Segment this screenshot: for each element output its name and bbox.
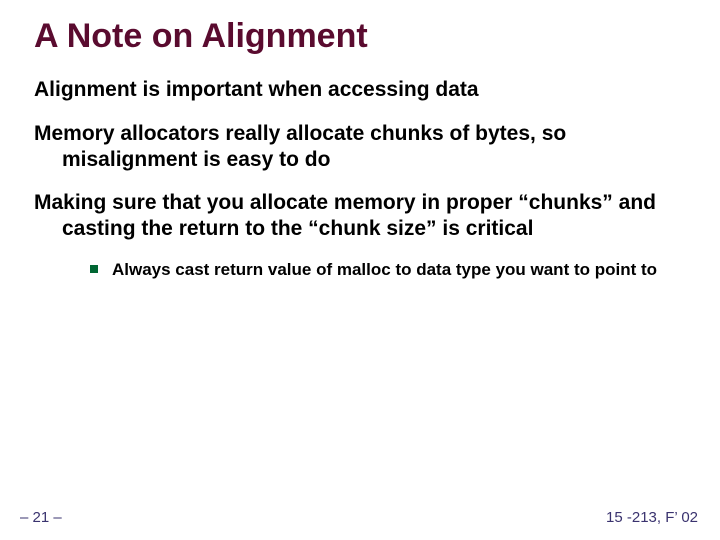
bullet-text-1: Always cast return value of malloc to da… (112, 259, 686, 280)
paragraph-2: Memory allocators really allocate chunks… (34, 121, 686, 172)
bullet-item-1: Always cast return value of malloc to da… (90, 259, 686, 280)
slide-title: A Note on Alignment (34, 18, 686, 55)
paragraph-3: Making sure that you allocate memory in … (34, 190, 686, 241)
square-bullet-icon (90, 265, 98, 273)
footer-course-info: 15 -213, F’ 02 (606, 509, 698, 526)
footer-page-number: – 21 – (20, 509, 62, 526)
slide: A Note on Alignment Alignment is importa… (0, 0, 720, 540)
paragraph-1: Alignment is important when accessing da… (34, 77, 686, 103)
